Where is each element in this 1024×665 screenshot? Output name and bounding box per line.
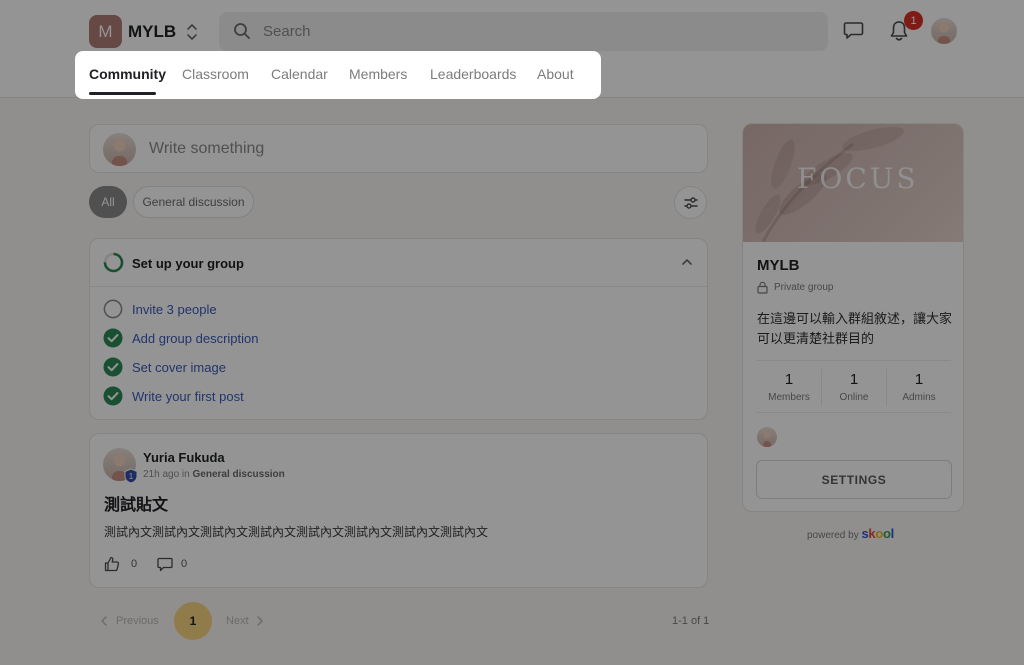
- post-meta: 21h ago in General discussion: [143, 469, 285, 480]
- filter-settings-button[interactable]: [674, 186, 707, 219]
- search-input[interactable]: [263, 12, 803, 51]
- post-time: 21h ago in: [143, 469, 190, 480]
- stat-members[interactable]: 1 Members: [757, 371, 821, 403]
- search-bar[interactable]: [219, 12, 828, 51]
- filter-all-chip[interactable]: All: [89, 186, 127, 218]
- user-avatar[interactable]: [931, 18, 957, 44]
- post-body: 測試內文測試內文測試內文測試內文測試內文測試內文測試內文測試內文: [104, 525, 489, 539]
- next-page-button[interactable]: Next: [226, 615, 249, 627]
- online-count: 1: [849, 371, 859, 388]
- group-logo[interactable]: M: [89, 15, 122, 48]
- divider: [757, 412, 951, 413]
- powered-by-text: powered by: [807, 530, 859, 541]
- member-avatar[interactable]: [757, 427, 777, 447]
- unchecked-circle-icon: [103, 299, 123, 319]
- stat-online[interactable]: 1 Online: [822, 371, 886, 403]
- setup-group-card: Set up your group Invite 3 people Add gr…: [89, 238, 708, 420]
- level-shield-icon: 1: [124, 468, 138, 484]
- page-range: 1-1 of 1: [672, 615, 710, 627]
- group-description: 在這邊可以輸入群組敘述，讓大家可以更清楚社群目的: [757, 311, 953, 346]
- check-circle-icon: [103, 386, 123, 406]
- setup-title: Set up your group: [132, 256, 244, 271]
- sliders-icon: [684, 197, 698, 209]
- tab-leaderboards[interactable]: Leaderboards: [430, 66, 516, 82]
- task-add-description[interactable]: Add group description: [132, 331, 258, 346]
- active-tab-indicator: [89, 92, 156, 95]
- chevron-up-icon[interactable]: [680, 256, 694, 268]
- admins-count: 1: [914, 371, 924, 388]
- cover-text: FOCUS: [797, 162, 919, 195]
- group-info-card: FOCUS MYLB Private group 在這邊可以輸入群組敘述，讓大家…: [742, 123, 964, 512]
- members-count: 1: [784, 371, 794, 388]
- tab-members[interactable]: Members: [349, 66, 407, 82]
- post-title[interactable]: 測試貼文: [104, 491, 168, 515]
- check-circle-icon: [103, 357, 123, 377]
- chevron-left-icon: [101, 616, 107, 626]
- level-number: 1: [129, 472, 134, 481]
- divider: [757, 360, 951, 361]
- chevron-up-down-icon[interactable]: [185, 22, 199, 42]
- like-count: 0: [131, 558, 138, 570]
- notification-badge: 1: [904, 11, 923, 30]
- lock-icon: [757, 281, 768, 294]
- members-label: Members: [768, 392, 810, 403]
- progress-ring-icon: [103, 252, 124, 273]
- online-label: Online: [839, 392, 869, 403]
- previous-page-button[interactable]: Previous: [116, 615, 159, 627]
- task-invite-people[interactable]: Invite 3 people: [132, 302, 217, 317]
- tab-calendar[interactable]: Calendar: [271, 66, 328, 82]
- task-write-first-post[interactable]: Write your first post: [132, 389, 244, 404]
- nav-tabs-highlight: Community Classroom Calendar Members Lea…: [75, 51, 601, 99]
- chat-icon[interactable]: [843, 21, 864, 40]
- post-author-name[interactable]: Yuria Fukuda: [143, 450, 225, 465]
- check-circle-icon: [103, 328, 123, 348]
- group-name[interactable]: MYLB: [128, 22, 176, 42]
- task-set-cover-image[interactable]: Set cover image: [132, 360, 226, 375]
- privacy-label: Private group: [774, 282, 834, 293]
- comment-icon[interactable]: [157, 557, 173, 572]
- stat-admins[interactable]: 1 Admins: [887, 371, 951, 403]
- tab-community[interactable]: Community: [89, 66, 166, 82]
- settings-button[interactable]: SETTINGS: [756, 460, 952, 499]
- powered-by[interactable]: powered by skool: [807, 526, 894, 541]
- composer-avatar: [103, 133, 136, 166]
- sidebar-group-name: MYLB: [757, 257, 800, 274]
- composer-placeholder[interactable]: Write something: [149, 140, 264, 158]
- filter-general-discussion-chip[interactable]: General discussion: [133, 186, 254, 218]
- chevron-right-icon: [257, 616, 263, 626]
- divider: [90, 286, 707, 287]
- comment-count: 0: [181, 558, 188, 570]
- group-cover-image: FOCUS: [743, 124, 963, 242]
- tab-about[interactable]: About: [537, 66, 574, 82]
- skool-logo[interactable]: skool: [861, 526, 894, 541]
- post-card[interactable]: 1 Yuria Fukuda 21h ago in General discus…: [89, 433, 708, 588]
- tab-classroom[interactable]: Classroom: [182, 66, 249, 82]
- page-1-button[interactable]: 1: [174, 602, 212, 640]
- thumbs-up-icon[interactable]: [104, 556, 120, 572]
- post-category[interactable]: General discussion: [193, 469, 285, 480]
- post-composer[interactable]: Write something: [89, 124, 708, 173]
- admins-label: Admins: [902, 392, 936, 403]
- search-icon: [234, 23, 250, 39]
